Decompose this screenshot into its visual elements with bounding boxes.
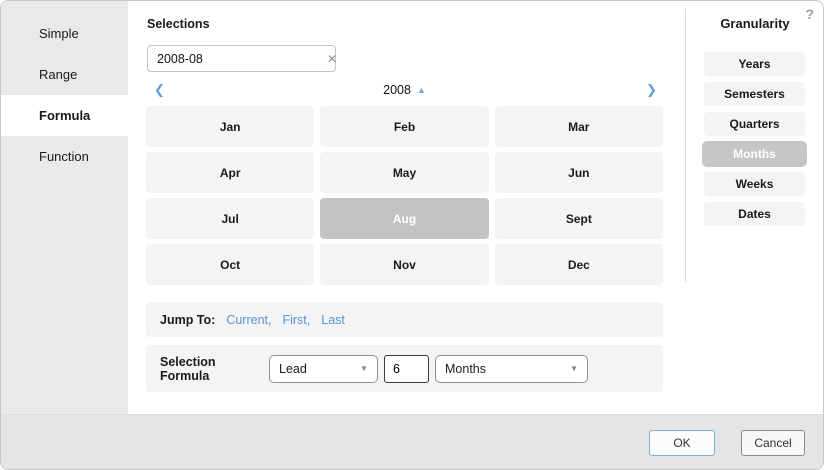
month-button-nov[interactable]: Nov [320,244,488,285]
selection-formula-bar: Selection Formula Lead ▼ Months ▼ [146,345,663,392]
date-selection-dialog: SimpleRangeFormulaFunction ? Selections … [0,0,824,470]
year-label: 2008 [383,83,411,97]
dialog-footer: OK Cancel [1,414,824,470]
granularity-title: Granularity [685,16,824,31]
clear-icon[interactable]: ✕ [318,52,346,66]
month-button-mar[interactable]: Mar [495,106,663,147]
granularity-button-quarters[interactable]: Quarters [704,112,805,136]
granularity-button-months[interactable]: Months [702,141,807,167]
granularity-button-dates[interactable]: Dates [704,202,805,226]
month-button-jul[interactable]: Jul [146,198,314,239]
cancel-button[interactable]: Cancel [741,430,805,456]
month-button-may[interactable]: May [320,152,488,193]
jump-to-label: Jump To: [160,313,215,327]
ok-button[interactable]: OK [649,430,715,456]
sort-up-icon[interactable]: ▲ [417,85,426,95]
sidebar-tab-formula[interactable]: Formula [1,95,128,136]
jump-to-links: Current, First, Last [215,311,345,329]
year-display: 2008 ▲ [146,79,663,101]
month-button-aug[interactable]: Aug [320,198,488,239]
jump-to-link-first[interactable]: First, [282,313,310,327]
jump-to-link-last[interactable]: Last [321,313,345,327]
year-navigation: ❮ 2008 ▲ ❯ [146,79,663,101]
count-input[interactable] [384,355,429,383]
granularity-button-years[interactable]: Years [704,52,805,76]
month-button-apr[interactable]: Apr [146,152,314,193]
dropdown-arrow-icon: ▼ [360,364,368,373]
sidebar-tab-simple[interactable]: Simple [1,13,128,54]
jump-to-bar: Jump To: Current, First, Last [146,302,663,337]
selection-formula-label: Selection Formula [160,355,257,383]
selections-label: Selections [147,17,210,31]
jump-to-link-current[interactable]: Current, [226,313,271,327]
selection-field[interactable]: ✕ [147,45,336,72]
operation-dropdown-value: Lead [279,362,352,376]
granularity-button-weeks[interactable]: Weeks [704,172,805,196]
granularity-list: Years Semesters Quarters Months Weeks Dates [704,52,805,226]
sidebar-tab-function[interactable]: Function [1,136,128,177]
month-button-jun[interactable]: Jun [495,152,663,193]
vertical-divider [685,9,686,282]
granularity-button-semesters[interactable]: Semesters [704,82,805,106]
sidebar-tab-range[interactable]: Range [1,54,128,95]
month-button-oct[interactable]: Oct [146,244,314,285]
chevron-right-icon[interactable]: ❯ [646,79,657,101]
sidebar: SimpleRangeFormulaFunction [1,1,128,414]
month-button-feb[interactable]: Feb [320,106,488,147]
month-button-jan[interactable]: Jan [146,106,314,147]
unit-dropdown[interactable]: Months ▼ [435,355,588,383]
unit-dropdown-value: Months [445,362,562,376]
operation-dropdown[interactable]: Lead ▼ [269,355,378,383]
selection-input[interactable] [148,52,318,66]
month-grid: JanFebMar AprMayJun JulAugSept OctNovDec [146,106,663,285]
month-button-sept[interactable]: Sept [495,198,663,239]
dropdown-arrow-icon: ▼ [570,364,578,373]
month-button-dec[interactable]: Dec [495,244,663,285]
